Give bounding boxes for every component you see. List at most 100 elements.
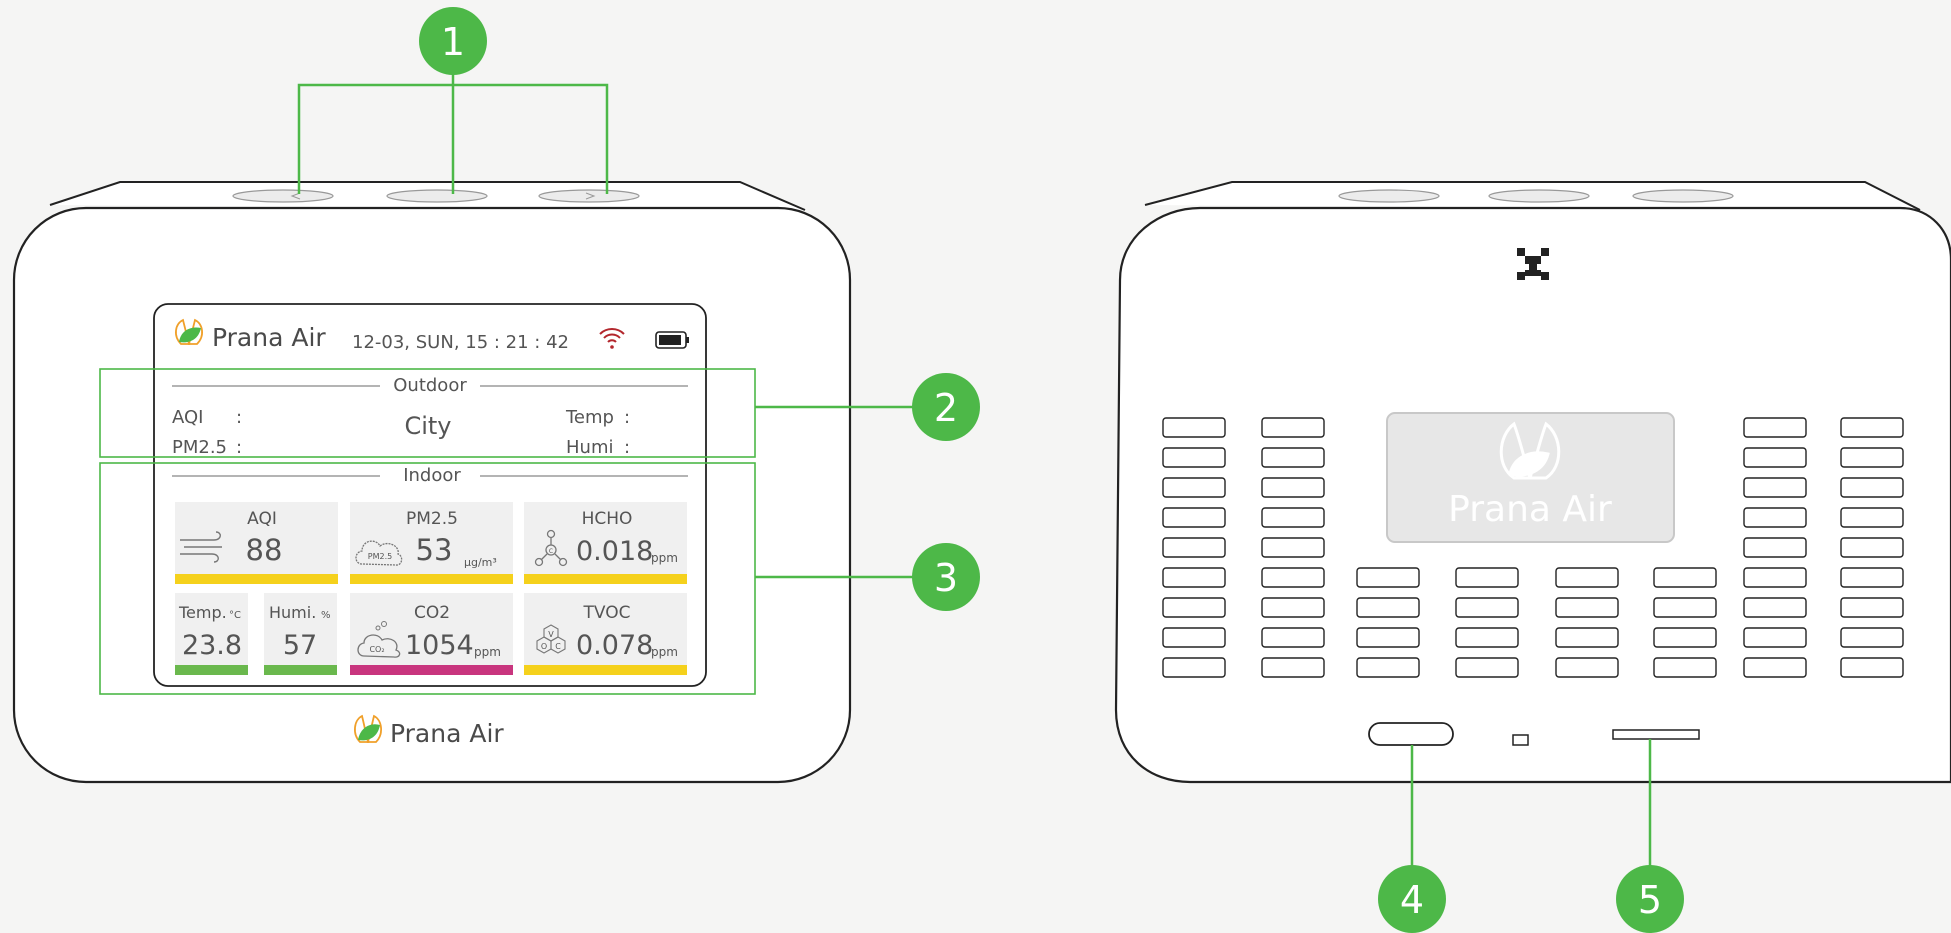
indoor-pm25-value: 53: [416, 533, 453, 567]
vent-slot: [1653, 627, 1717, 648]
svg-text:C: C: [555, 642, 561, 651]
indoor-tvoc-value: 0.078: [576, 630, 653, 661]
indoor-hcho-value: 0.018: [576, 536, 653, 567]
indoor-humi-value: 57: [283, 630, 317, 661]
outdoor-pm25-label: PM2.5: [172, 437, 227, 458]
indoor-temp-unit: °C: [229, 610, 241, 621]
vent-slot: [1162, 447, 1226, 468]
outdoor-humi-label: Humi: [566, 437, 613, 458]
vent-slot: [1261, 507, 1325, 528]
vent-slot: [1162, 627, 1226, 648]
vent-slot: [1555, 567, 1619, 588]
vent-slot: [1653, 657, 1717, 678]
indoor-temp-tile: Temp. °C 23.8: [175, 593, 248, 675]
outdoor-temp-label: Temp: [565, 407, 614, 428]
usb-port: [1368, 722, 1454, 746]
indoor-temp-value: 23.8: [182, 630, 242, 661]
indoor-aqi-value: 88: [246, 533, 283, 567]
indoor-humi-tile: Humi. % 57: [264, 593, 337, 675]
hcho-status-bar: [524, 574, 687, 584]
svg-text:C: C: [549, 548, 553, 555]
svg-text:3: 3: [934, 556, 958, 600]
callout-badge-3: 3: [912, 543, 980, 611]
vent-slot: [1261, 537, 1325, 558]
indoor-co2-value: 1054: [405, 630, 474, 661]
aqi-status-bar: [175, 574, 338, 584]
vent-slot: [1455, 567, 1519, 588]
screen-brand-name: Prana Air: [212, 323, 326, 352]
vent-slot: [1261, 627, 1325, 648]
vent-slot: [1356, 627, 1420, 648]
front-device: Prana Air 12-03, SUN, 15 : 21 : 42 Outdo…: [12, 181, 852, 784]
right-button[interactable]: [538, 189, 640, 203]
pm25-status-bar: [350, 574, 513, 584]
outdoor-pm25-colon: :: [236, 437, 242, 458]
vent-slot: [1743, 447, 1807, 468]
vent-slot: [1840, 477, 1904, 498]
vent-slot: [1840, 447, 1904, 468]
indoor-aqi-tile: AQI 88: [175, 502, 338, 584]
svg-text:O: O: [541, 642, 547, 651]
screen-datetime: 12-03, SUN, 15 : 21 : 42: [352, 332, 569, 353]
indoor-tvoc-unit: ppm: [651, 645, 678, 659]
indoor-pm25-label: PM2.5: [406, 509, 458, 529]
vent-slot: [1455, 657, 1519, 678]
indoor-co2-unit: ppm: [474, 645, 501, 659]
vent-slot: [1261, 477, 1325, 498]
vent-slot: [1162, 597, 1226, 618]
outdoor-aqi-label: AQI: [172, 407, 203, 428]
vent-slot: [1261, 417, 1325, 438]
vent-slot: [1261, 567, 1325, 588]
vent-slot: [1840, 567, 1904, 588]
vent-slot: [1162, 657, 1226, 678]
callout-badge-1: 1: [419, 7, 487, 75]
indoor-co2-label: CO2: [414, 603, 450, 623]
svg-text:1: 1: [441, 20, 465, 64]
indoor-tvoc-label: TVOC: [583, 603, 631, 623]
vent-slot: [1261, 597, 1325, 618]
device-brand-name: Prana Air: [390, 719, 504, 748]
back-left-button[interactable]: [1338, 189, 1440, 203]
indoor-co2-tile: CO2 CO₂ 1054 ppm: [350, 593, 513, 675]
vent-slot: [1555, 627, 1619, 648]
vent-slot: [1162, 477, 1226, 498]
humi-status-bar: [264, 665, 337, 675]
left-button[interactable]: [232, 189, 334, 203]
vent-slot: [1840, 627, 1904, 648]
tvoc-status-bar: [524, 665, 687, 675]
temp-status-bar: [175, 665, 248, 675]
callout-badge-5: 5: [1616, 865, 1684, 933]
back-middle-button[interactable]: [1488, 189, 1590, 203]
middle-button[interactable]: [386, 189, 488, 203]
vent-slot: [1840, 537, 1904, 558]
card-slot: [1612, 729, 1700, 740]
indoor-aqi-label: AQI: [247, 509, 277, 529]
co2-status-bar: [350, 665, 513, 675]
indoor-hcho-tile: HCHO C 0.018 ppm: [524, 502, 687, 584]
vent-slot: [1356, 597, 1420, 618]
vent-slot: [1162, 567, 1226, 588]
vent-slot: [1743, 537, 1807, 558]
vent-slot: [1162, 417, 1226, 438]
vent-slot: [1261, 447, 1325, 468]
vent-slot: [1653, 567, 1717, 588]
back-device: Prana Air: [1114, 181, 1951, 784]
vent-slot: [1840, 507, 1904, 528]
svg-text:V: V: [548, 630, 554, 639]
vent-slot: [1455, 597, 1519, 618]
vent-slot: [1743, 477, 1807, 498]
callout-badge-4: 4: [1378, 865, 1446, 933]
vent-slot: [1653, 597, 1717, 618]
vent-slot: [1743, 417, 1807, 438]
vent-slot: [1356, 657, 1420, 678]
back-right-button[interactable]: [1632, 189, 1734, 203]
reset-hole: [1512, 734, 1529, 746]
indoor-title: Indoor: [403, 465, 461, 486]
callout-badge-2: 2: [912, 373, 980, 441]
indoor-hcho-label: HCHO: [582, 509, 633, 529]
indoor-tvoc-tile: TVOC V O C 0.078 ppm: [524, 593, 687, 675]
outdoor-temp-colon: :: [624, 407, 630, 428]
vent-slot: [1555, 597, 1619, 618]
vent-slot: [1356, 567, 1420, 588]
vent-slot: [1743, 507, 1807, 528]
